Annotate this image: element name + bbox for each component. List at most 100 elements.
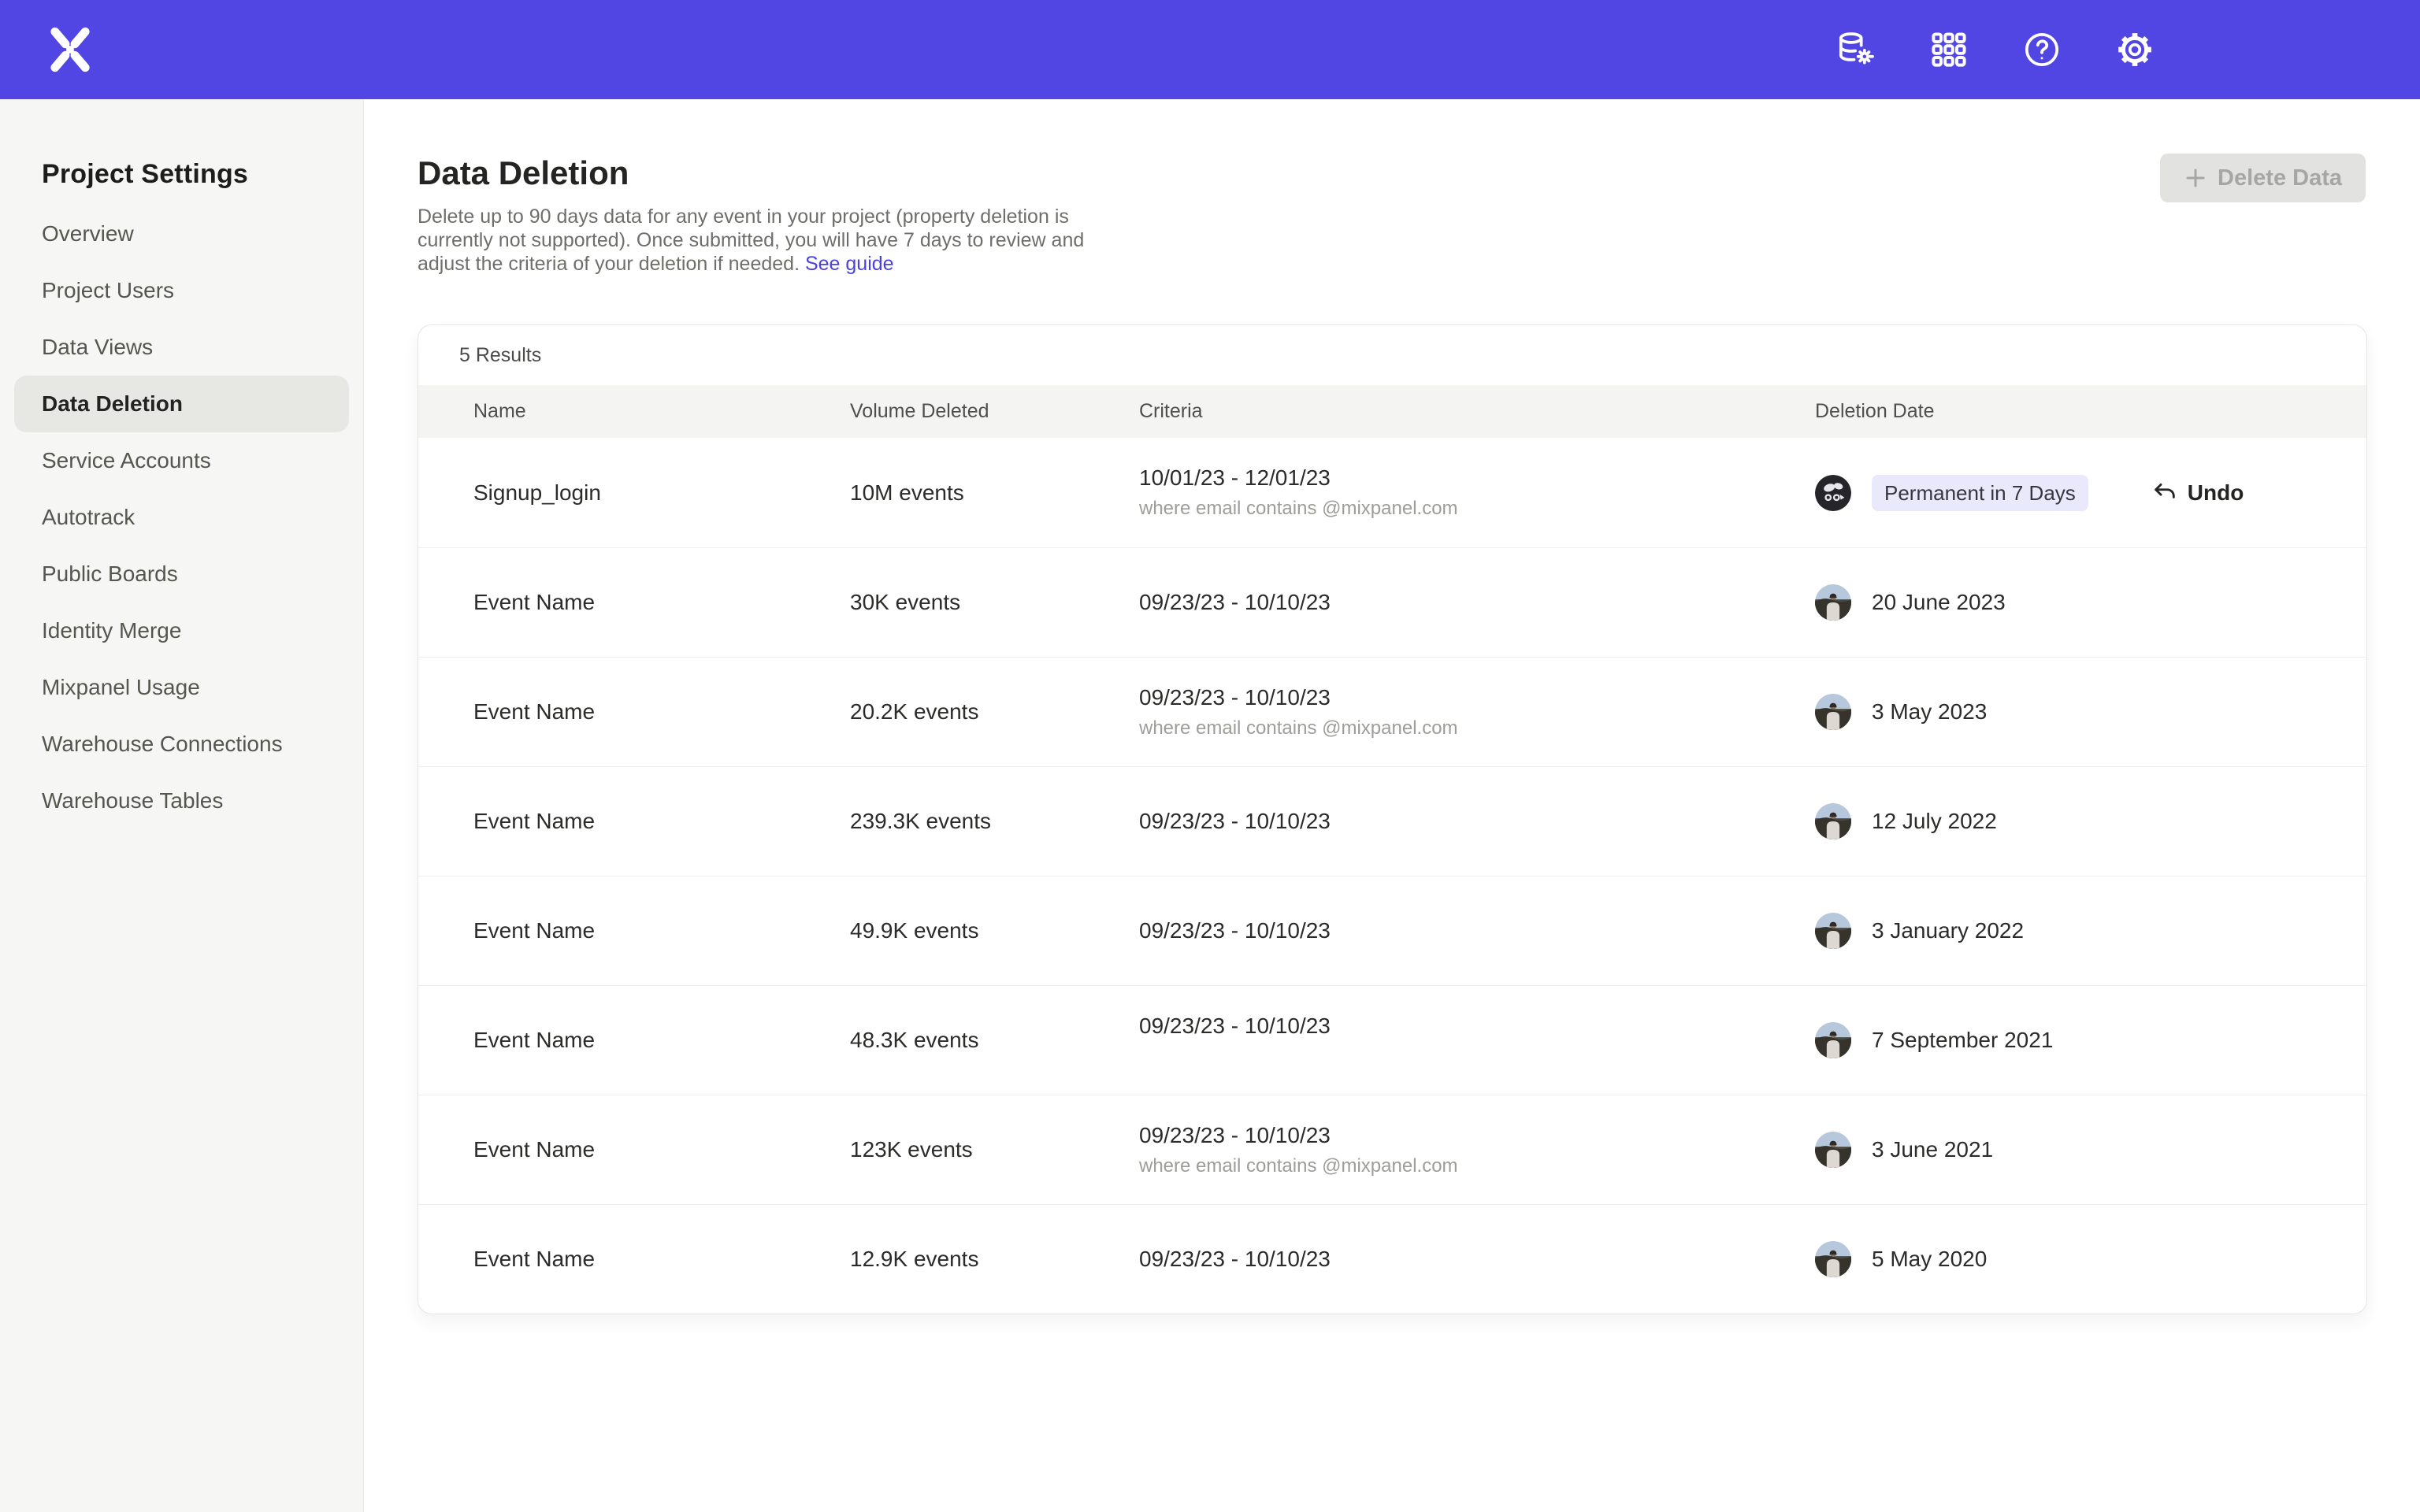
- table-row: Event Name 12.9K events 09/23/23 - 10/10…: [418, 1204, 2366, 1314]
- row-deletion-date: 12 July 2022: [1815, 803, 2366, 839]
- table-row: Signup_login 10M events 10/01/23 - 12/01…: [418, 438, 2366, 547]
- sidebar: Project Settings Overview Project Users …: [0, 99, 364, 1512]
- row-name: Event Name: [473, 809, 850, 834]
- delete-data-button[interactable]: Delete Data: [2160, 154, 2366, 202]
- criteria-date-range: 10/01/23 - 12/01/23: [1139, 465, 1815, 491]
- sidebar-item-warehouse-connections[interactable]: Warehouse Connections: [14, 716, 349, 773]
- row-criteria: 09/23/23 - 10/10/23: [1139, 1247, 1815, 1272]
- criteria-filter: where email contains @mixpanel.com: [1139, 498, 1815, 520]
- row-volume: 30K events: [850, 590, 1139, 615]
- table-row: Event Name 30K events 09/23/23 - 10/10/2…: [418, 547, 2366, 657]
- deletion-date-text: 3 June 2021: [1872, 1137, 1993, 1162]
- column-header-name: Name: [473, 400, 850, 423]
- sidebar-item-overview[interactable]: Overview: [14, 206, 349, 262]
- row-deletion-date: 5 May 2020: [1815, 1241, 2366, 1277]
- row-criteria: 09/23/23 - 10/10/23 where email contains…: [1139, 1123, 1815, 1177]
- user-avatar: [1815, 475, 1851, 511]
- help-icon[interactable]: [2022, 30, 2062, 69]
- avatar-photo: [1815, 1022, 1851, 1058]
- deletion-date-text: 3 January 2022: [1872, 918, 2024, 943]
- page-header: Data Deletion Delete up to 90 days data …: [364, 99, 2420, 276]
- table-row: Event Name 20.2K events 09/23/23 - 10/10…: [418, 657, 2366, 766]
- data-deletion-table-card: 5 Results Name Volume Deleted Criteria D…: [418, 324, 2367, 1314]
- avatar-photo: [1815, 694, 1851, 730]
- sidebar-heading: Project Settings: [42, 159, 363, 190]
- column-header-criteria: Criteria: [1139, 400, 1815, 423]
- row-name: Event Name: [473, 1137, 850, 1162]
- row-volume: 10M events: [850, 480, 1139, 506]
- criteria-date-range: 09/23/23 - 10/10/23: [1139, 918, 1815, 943]
- apps-grid-icon[interactable]: [1929, 30, 1969, 69]
- mixpanel-logo-icon[interactable]: [47, 26, 93, 73]
- sidebar-item-public-boards[interactable]: Public Boards: [14, 546, 349, 602]
- row-name: Event Name: [473, 1247, 850, 1272]
- sidebar-item-data-deletion[interactable]: Data Deletion: [14, 376, 349, 432]
- undo-button[interactable]: Undo: [2151, 480, 2244, 506]
- avatar-photo: [1815, 803, 1851, 839]
- avatar-photo: [1815, 1241, 1851, 1277]
- deletion-date-text: 20 June 2023: [1872, 590, 2006, 615]
- top-nav-icons: [1836, 30, 2420, 69]
- table-row: Event Name 123K events 09/23/23 - 10/10/…: [418, 1095, 2366, 1204]
- row-volume: 12.9K events: [850, 1247, 1139, 1272]
- row-deletion-date: 7 September 2021: [1815, 1022, 2366, 1058]
- row-volume: 20.2K events: [850, 699, 1139, 724]
- see-guide-link[interactable]: See guide: [805, 253, 894, 275]
- row-deletion-date: 20 June 2023: [1815, 584, 2366, 621]
- criteria-date-range: 09/23/23 - 10/10/23: [1139, 590, 1815, 615]
- row-criteria: 09/23/23 - 10/10/23: [1139, 918, 1815, 943]
- deletion-date-text: 7 September 2021: [1872, 1028, 2053, 1053]
- user-avatar: [1815, 1241, 1851, 1277]
- avatar-illustration-icon: [1815, 475, 1851, 511]
- avatar-photo: [1815, 584, 1851, 621]
- sidebar-item-identity-merge[interactable]: Identity Merge: [14, 602, 349, 659]
- user-avatar: [1815, 584, 1851, 621]
- criteria-filter: where email contains @mixpanel.com: [1139, 1155, 1815, 1177]
- user-avatar: [1815, 803, 1851, 839]
- row-criteria: 10/01/23 - 12/01/23 where email contains…: [1139, 465, 1815, 520]
- sidebar-item-project-users[interactable]: Project Users: [14, 262, 349, 319]
- row-criteria: 09/23/23 - 10/10/23: [1139, 590, 1815, 615]
- sidebar-item-mixpanel-usage[interactable]: Mixpanel Usage: [14, 659, 349, 716]
- sidebar-nav: Overview Project Users Data Views Data D…: [0, 206, 363, 829]
- main-content: Data Deletion Delete up to 90 days data …: [364, 99, 2420, 1512]
- row-name: Event Name: [473, 1028, 850, 1053]
- top-navigation-bar: [0, 0, 2420, 99]
- row-volume: 123K events: [850, 1137, 1139, 1162]
- settings-gear-icon[interactable]: [2115, 30, 2155, 69]
- sidebar-item-warehouse-tables[interactable]: Warehouse Tables: [14, 773, 349, 829]
- table-row: Event Name 48.3K events 09/23/23 - 10/10…: [418, 985, 2366, 1095]
- row-name: Signup_login: [473, 480, 850, 506]
- row-criteria: 09/23/23 - 10/10/23 where email contains…: [1139, 685, 1815, 739]
- avatar-photo: [1815, 1132, 1851, 1168]
- table-body: Signup_login 10M events 10/01/23 - 12/01…: [418, 438, 2366, 1314]
- table-header-row: Name Volume Deleted Criteria Deletion Da…: [418, 385, 2366, 438]
- sidebar-item-service-accounts[interactable]: Service Accounts: [14, 432, 349, 489]
- page-description: Delete up to 90 days data for any event …: [418, 205, 1114, 276]
- deletion-date-text: 12 July 2022: [1872, 809, 1997, 834]
- column-header-deletion-date: Deletion Date: [1815, 400, 2366, 423]
- undo-arrow-icon: [2151, 480, 2178, 506]
- deletion-date-text: 3 May 2023: [1872, 699, 1987, 724]
- data-settings-icon[interactable]: [1836, 30, 1876, 69]
- deletion-date-text: 5 May 2020: [1872, 1247, 1987, 1272]
- row-criteria: 09/23/23 - 10/10/23: [1139, 809, 1815, 834]
- sidebar-item-data-views[interactable]: Data Views: [14, 319, 349, 376]
- criteria-filter: where email contains @mixpanel.com: [1139, 717, 1815, 739]
- row-criteria: 09/23/23 - 10/10/23: [1139, 1014, 1815, 1068]
- row-deletion-date: 3 May 2023: [1815, 694, 2366, 730]
- sidebar-item-autotrack[interactable]: Autotrack: [14, 489, 349, 546]
- column-header-volume: Volume Deleted: [850, 400, 1139, 423]
- criteria-date-range: 09/23/23 - 10/10/23: [1139, 809, 1815, 834]
- plus-icon: [2184, 166, 2207, 190]
- criteria-date-range: 09/23/23 - 10/10/23: [1139, 1014, 1815, 1039]
- row-volume: 48.3K events: [850, 1028, 1139, 1053]
- avatar-photo: [1815, 913, 1851, 949]
- row-name: Event Name: [473, 590, 850, 615]
- page-title: Data Deletion: [418, 154, 2420, 192]
- user-avatar: [1815, 913, 1851, 949]
- row-deletion-date: Permanent in 7 Days Undo: [1815, 475, 2366, 511]
- user-avatar: [1815, 1132, 1851, 1168]
- row-name: Event Name: [473, 699, 850, 724]
- row-deletion-date: 3 June 2021: [1815, 1132, 2366, 1168]
